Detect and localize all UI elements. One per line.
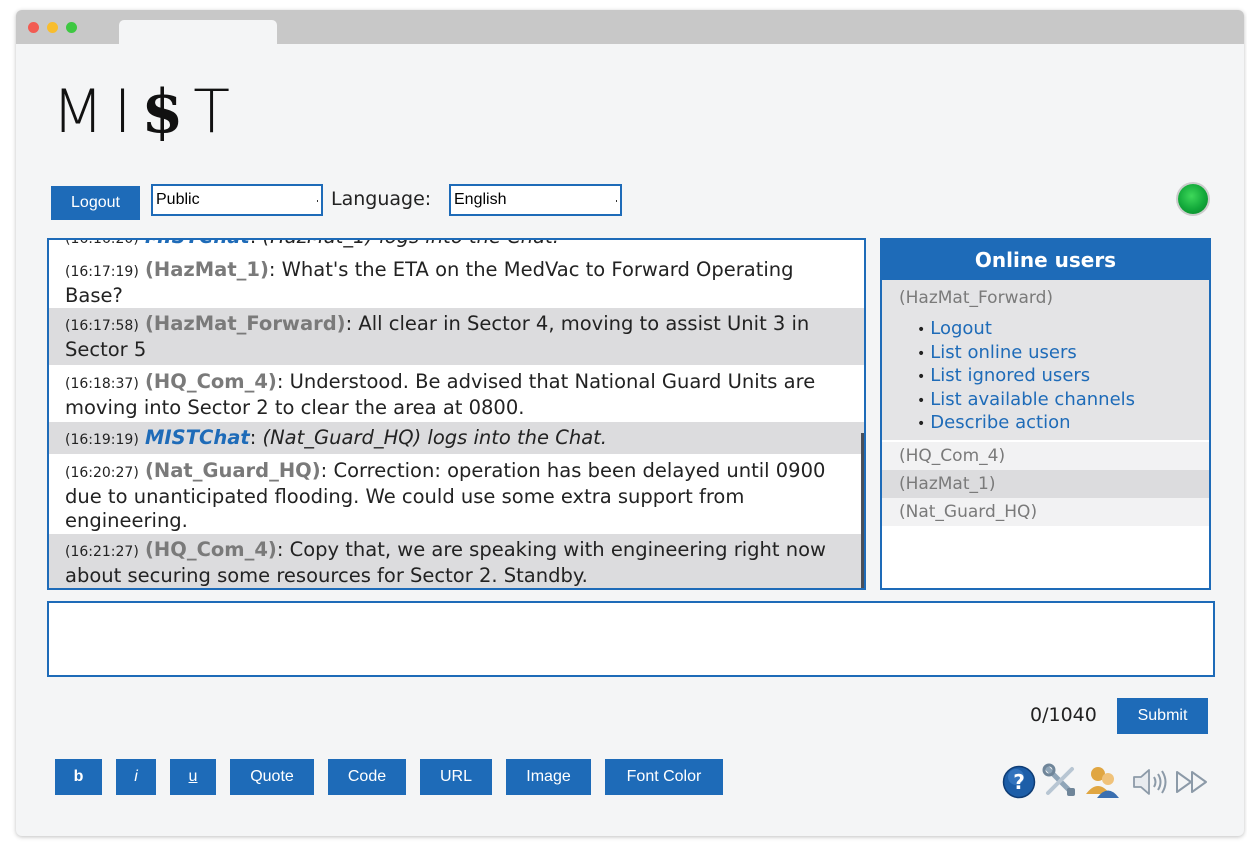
- chat-log[interactable]: (16:16:20) MISTChat: (HazMat_1) logs int…: [47, 238, 866, 590]
- online-users-panel: Online users (HazMat_Forward) • Logout • L…: [880, 238, 1211, 590]
- message-time: (16:20:27): [65, 465, 139, 481]
- bullet-icon: •: [917, 392, 926, 409]
- svg-text:?: ?: [1013, 770, 1025, 794]
- character-counter: 0/1040: [1030, 704, 1097, 726]
- message-user[interactable]: (Nat_Guard_HQ): [145, 459, 321, 482]
- bullet-icon: •: [917, 322, 926, 338]
- browser-tab[interactable]: [119, 20, 277, 44]
- message-input[interactable]: [47, 601, 1215, 677]
- image-button[interactable]: Image: [506, 759, 591, 795]
- channel-select[interactable]: Public: [151, 184, 323, 216]
- chat-message: (16:17:19) (HazMat_1): What's the ETA on…: [49, 256, 864, 308]
- current-user-section: (HazMat_Forward) • Logout • List online us…: [882, 280, 1209, 440]
- submit-button[interactable]: Submit: [1117, 698, 1208, 734]
- italic-button[interactable]: i: [116, 759, 156, 795]
- menu-item-logout[interactable]: • Logout: [917, 318, 1135, 342]
- message-user[interactable]: (HQ_Com_4): [145, 370, 277, 393]
- close-window-button[interactable]: [28, 22, 39, 33]
- bullet-icon: •: [917, 416, 926, 432]
- message-user[interactable]: MISTChat: [145, 426, 250, 449]
- user-menu: • Logout • List online users • List ignored…: [917, 318, 1135, 436]
- bold-button[interactable]: b: [55, 759, 102, 795]
- message-separator: :: [320, 459, 334, 482]
- chat-message: (16:18:37) (HQ_Com_4): Understood. Be ad…: [49, 365, 864, 422]
- browser-window: MI$T Logout Public Language: English (16…: [16, 10, 1244, 836]
- online-user-item[interactable]: (Nat_Guard_HQ): [882, 498, 1209, 526]
- menu-item-label: Logout: [930, 318, 992, 339]
- dropdown-caret-icon: [616, 200, 617, 202]
- menu-item-list-ignored-users[interactable]: • List ignored users: [917, 365, 1135, 389]
- dropdown-caret-icon: [317, 200, 318, 202]
- sound-icon[interactable]: [1130, 766, 1170, 798]
- settings-icon[interactable]: [1042, 763, 1078, 799]
- menu-item-describe-action[interactable]: • Describe action: [917, 412, 1135, 436]
- message-separator: :: [276, 370, 290, 393]
- users-icon[interactable]: [1084, 764, 1120, 800]
- fast-forward-icon[interactable]: [1174, 768, 1212, 796]
- message-separator: :: [249, 426, 263, 449]
- url-button[interactable]: URL: [420, 759, 492, 795]
- font-color-button[interactable]: Font Color: [605, 759, 723, 795]
- current-user-name[interactable]: (HazMat_Forward): [899, 288, 1053, 308]
- message-text: (Nat_Guard_HQ) logs into the Chat.: [262, 426, 608, 449]
- message-text: (HazMat_1) logs into the Chat.: [262, 240, 558, 248]
- message-time: (16:21:27): [65, 544, 139, 560]
- message-separator: :: [268, 258, 282, 281]
- logo-letter: M: [52, 77, 114, 147]
- chat-message: (16:20:27) (Nat_Guard_HQ): Correction: o…: [49, 454, 864, 534]
- menu-item-label: List available channels: [930, 388, 1136, 410]
- online-users-title: Online users: [882, 240, 1209, 280]
- message-separator: :: [276, 538, 290, 561]
- logo-letter: I: [113, 77, 142, 147]
- chat-message: (16:17:58) (HazMat_Forward): All clear i…: [49, 308, 864, 365]
- message-user[interactable]: (HazMat_Forward): [145, 312, 346, 335]
- menu-item-list-available-channels[interactable]: • List available channels: [917, 389, 1135, 413]
- message-time: (16:18:37): [65, 376, 139, 392]
- logout-button[interactable]: Logout: [51, 186, 140, 220]
- language-label: Language:: [331, 188, 432, 210]
- menu-item-list-online-users[interactable]: • List online users: [917, 342, 1135, 366]
- chat-scrollbar[interactable]: [861, 433, 864, 588]
- language-select[interactable]: English: [449, 184, 622, 216]
- minimize-window-button[interactable]: [47, 22, 58, 33]
- message-time: (16:17:58): [65, 318, 139, 334]
- message-time: (16:19:19): [65, 432, 139, 448]
- maximize-window-button[interactable]: [66, 22, 77, 33]
- language-select-value: English: [454, 191, 507, 208]
- message-time: (16:17:19): [65, 264, 139, 280]
- quote-button[interactable]: Quote: [230, 759, 314, 795]
- menu-item-label: List ignored users: [930, 365, 1091, 386]
- bullet-icon: •: [917, 345, 926, 362]
- menu-item-label: Describe action: [930, 412, 1071, 433]
- code-button[interactable]: Code: [328, 759, 406, 795]
- message-separator: :: [250, 240, 263, 248]
- menu-item-label: List online users: [930, 341, 1077, 363]
- message-time: (16:16:20): [65, 238, 139, 247]
- connection-status-icon: [1178, 184, 1208, 214]
- chat-message: (16:16:20) MISTChat: (HazMat_1) logs int…: [49, 238, 864, 249]
- logo-letter: $: [141, 77, 194, 147]
- chat-message: (16:19:19) MISTChat: (Nat_Guard_HQ) logs…: [49, 422, 864, 454]
- title-bar: [16, 10, 1244, 44]
- channel-select-value: Public: [156, 191, 200, 208]
- logo-letter: T: [193, 77, 240, 147]
- bullet-icon: •: [917, 369, 926, 385]
- chat-message: (16:21:27) (HQ_Com_4): Copy that, we are…: [49, 534, 864, 588]
- help-icon[interactable]: ?: [1002, 765, 1036, 799]
- message-user[interactable]: MISTChat: [145, 240, 250, 248]
- mist-logo: MI$T: [52, 82, 240, 142]
- online-user-item[interactable]: (HazMat_1): [882, 470, 1209, 498]
- message-user[interactable]: (HQ_Com_4): [145, 538, 277, 561]
- message-separator: :: [345, 312, 359, 335]
- online-user-item[interactable]: (HQ_Com_4): [882, 442, 1209, 470]
- message-user[interactable]: (HazMat_1): [145, 258, 269, 281]
- underline-button[interactable]: u: [170, 759, 216, 795]
